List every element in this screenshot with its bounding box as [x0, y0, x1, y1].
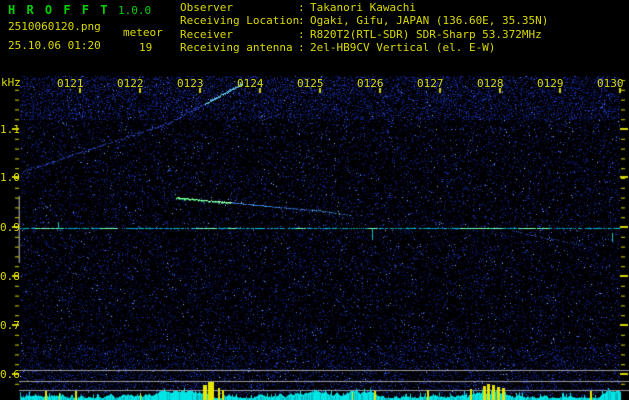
- meteor-count: 19: [139, 41, 153, 54]
- time-tick-label: 0127: [417, 77, 444, 90]
- info-colon: :: [298, 1, 305, 14]
- timestamp-label: 25.10.06 01:20: [8, 39, 101, 52]
- output-filename: 2510060120.png: [8, 20, 101, 33]
- info-label: Receiving antenna: [180, 41, 293, 55]
- info-value: R820T2(RTL-SDR) SDR-Sharp 53.372MHz: [310, 27, 542, 41]
- app-version: 1.0.0: [118, 4, 152, 17]
- freq-tick-label: 1.0: [0, 171, 20, 184]
- info-value: Ogaki, Gifu, JAPAN (136.60E, 35.35N): [310, 14, 549, 28]
- time-tick-label: 0129: [537, 77, 564, 90]
- time-tick-label: 0123: [177, 77, 204, 90]
- time-tick-label: 0130: [597, 77, 624, 90]
- info-label: Receiver: [180, 27, 233, 41]
- time-tick-label: 0121: [57, 77, 84, 90]
- info-row: Observer: Takanori Kawachi: [180, 1, 548, 14]
- frequency-unit-label: kHz: [1, 76, 21, 89]
- station-info-panel: Observer: Takanori Kawachi Receiving Locat…: [180, 1, 548, 55]
- time-tick-label: 0128: [477, 77, 504, 90]
- info-value: Takanori Kawachi: [310, 1, 416, 14]
- info-label: Receiving Location: [180, 14, 300, 28]
- info-label: Observer: [180, 1, 233, 14]
- info-colon: :: [298, 41, 305, 55]
- freq-tick-label: 1.1: [0, 123, 20, 136]
- hrofft-window: H R O F F T 1.0.0 2510060120.png meteor …: [0, 0, 629, 400]
- freq-tick-label: 0.6: [0, 368, 20, 381]
- mode-label: meteor: [123, 26, 163, 39]
- app-title: H R O F F T: [8, 3, 110, 17]
- time-tick-label: 0122: [117, 77, 144, 90]
- time-tick-label: 0125: [297, 77, 324, 90]
- info-colon: :: [298, 27, 305, 41]
- info-colon: :: [298, 14, 305, 28]
- info-row: Receiving Location: Ogaki, Gifu, JAPAN (1…: [180, 14, 548, 27]
- time-tick-label: 0126: [357, 77, 384, 90]
- freq-tick-label: 0.9: [0, 221, 20, 234]
- info-value: 2el-HB9CV Vertical (el. E-W): [310, 41, 496, 55]
- freq-tick-label: 0.8: [0, 270, 20, 283]
- freq-tick-label: 0.7: [0, 319, 20, 332]
- time-tick-label: 0124: [237, 77, 264, 90]
- info-row: Receiving antenna:2el-HB9CV Vertical (el…: [180, 41, 548, 54]
- spectrogram-canvas: [0, 0, 629, 400]
- info-row: Receiver: R820T2(RTL-SDR) SDR-Sharp 53.37…: [180, 28, 548, 41]
